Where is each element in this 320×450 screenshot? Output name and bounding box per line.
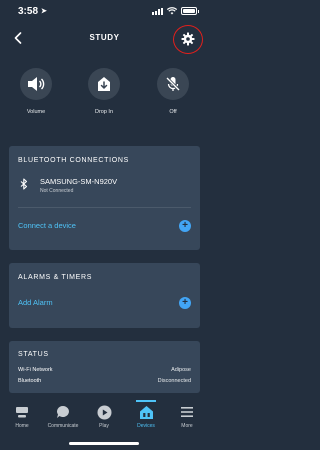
- settings-button[interactable]: [176, 27, 200, 51]
- nav-more[interactable]: More: [167, 404, 207, 429]
- play-icon: [97, 405, 111, 419]
- wifi-status-row: Wi-Fi Network Adipose: [18, 367, 191, 377]
- bluetooth-device-row[interactable]: SAMSUNG-SM-N920V Not Connected: [18, 175, 198, 197]
- chat-bubble-icon: [57, 406, 69, 418]
- nav-devices[interactable]: Devices: [126, 404, 166, 429]
- wifi-network-value: Adipose: [171, 367, 191, 373]
- drop-in-icon: [98, 77, 110, 91]
- alarms-card: ALARMS & TIMERS Add Alarm +: [9, 263, 200, 328]
- nav-play-label: Play: [99, 423, 109, 429]
- alarms-heading: ALARMS & TIMERS: [18, 274, 93, 281]
- connect-device-button[interactable]: Connect a device +: [18, 218, 191, 234]
- wifi-icon: [167, 7, 177, 15]
- volume-button[interactable]: Volume: [11, 68, 61, 115]
- nav-communicate[interactable]: Communicate: [43, 404, 83, 429]
- home-indicator: [69, 442, 139, 445]
- status-icons: [152, 7, 199, 15]
- cellular-signal-icon: [152, 7, 163, 15]
- bluetooth-heading: BLUETOOTH CONNECTIONS: [18, 157, 130, 164]
- device-settings-screen: 3:58 ➤ STUDY Volume Drop In Off BLUETOOT…: [0, 0, 209, 450]
- nav-communicate-label: Communicate: [47, 423, 79, 429]
- volume-label: Volume: [26, 109, 46, 115]
- drop-in-circle: [88, 68, 120, 100]
- status-card: STATUS Wi-Fi Network Adipose Bluetooth D…: [9, 341, 200, 393]
- bluetooth-value: Disconnected: [157, 378, 191, 384]
- quick-actions: Volume Drop In Off: [0, 68, 209, 124]
- device-name: SAMSUNG-SM-N920V: [40, 177, 118, 186]
- battery-icon: [181, 7, 199, 15]
- bluetooth-card: BLUETOOTH CONNECTIONS SAMSUNG-SM-N920V N…: [9, 146, 200, 250]
- devices-icon: [139, 405, 153, 419]
- bluetooth-icon: [20, 178, 28, 190]
- connect-device-label: Connect a device: [18, 221, 76, 230]
- divider: [18, 207, 191, 208]
- bluetooth-status-row: Bluetooth Disconnected: [18, 378, 191, 388]
- device-status: Not Connected: [40, 188, 74, 194]
- header: STUDY: [0, 22, 209, 56]
- microphone-off-button[interactable]: Off: [148, 68, 198, 115]
- plus-icon: +: [179, 297, 191, 309]
- status-bar: 3:58 ➤: [0, 0, 209, 22]
- drop-in-label: Drop In: [94, 109, 114, 115]
- active-tab-indicator: [136, 400, 156, 402]
- clock-time: 3:58: [18, 5, 39, 17]
- nav-play[interactable]: Play: [84, 404, 124, 429]
- add-alarm-label: Add Alarm: [18, 298, 53, 307]
- wifi-network-key: Wi-Fi Network: [18, 367, 53, 373]
- nav-home[interactable]: Home: [2, 404, 42, 429]
- home-icon: [16, 406, 28, 417]
- nav-home-label: Home: [15, 423, 29, 429]
- bluetooth-key: Bluetooth: [18, 378, 42, 384]
- microphone-off-icon: [165, 76, 181, 92]
- add-alarm-button[interactable]: Add Alarm +: [18, 295, 191, 311]
- drop-in-button[interactable]: Drop In: [79, 68, 129, 115]
- menu-icon: [181, 407, 193, 417]
- clock: 3:58 ➤: [18, 6, 47, 17]
- speaker-icon: [28, 77, 45, 91]
- nav-devices-label: Devices: [137, 423, 155, 429]
- location-arrow-icon: ➤: [41, 8, 47, 15]
- nav-more-label: More: [181, 423, 193, 429]
- status-heading: STATUS: [18, 351, 49, 358]
- gear-icon: [181, 32, 195, 46]
- microphone-off-label: Off: [169, 109, 177, 115]
- microphone-off-circle: [157, 68, 189, 100]
- volume-circle: [20, 68, 52, 100]
- plus-icon: +: [179, 220, 191, 232]
